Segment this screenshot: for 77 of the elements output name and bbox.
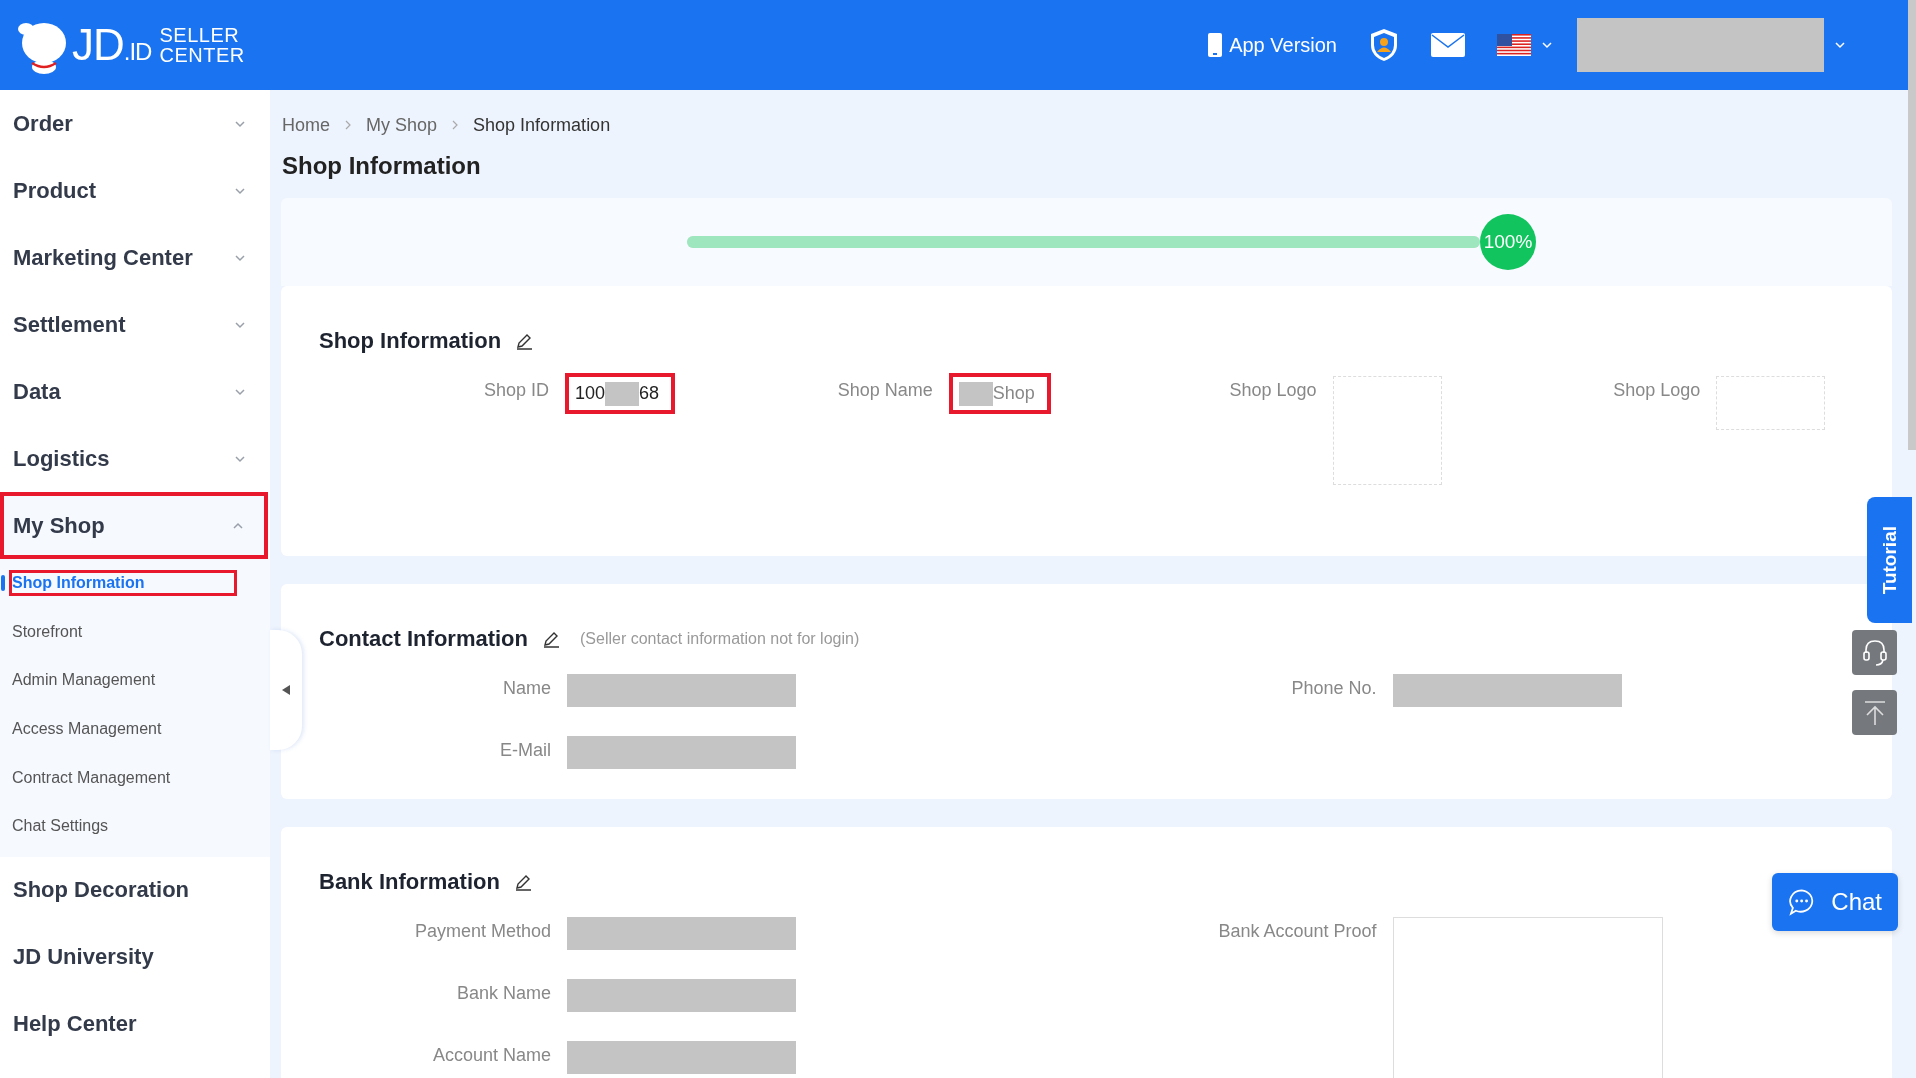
section-title: Contact Information bbox=[319, 626, 528, 652]
support-button[interactable] bbox=[1852, 630, 1897, 675]
field-value: Shop bbox=[992, 383, 1035, 404]
sidebar-item[interactable]: JD University bbox=[0, 923, 270, 991]
field-label: Shop Name bbox=[836, 379, 933, 401]
chevron-icon bbox=[344, 119, 352, 131]
chat-bubble-icon bbox=[1788, 888, 1816, 916]
field-label: Bank Account Proof bbox=[1217, 920, 1377, 942]
menu-label: Product bbox=[13, 177, 97, 204]
menu-label: Help Center bbox=[13, 1011, 137, 1038]
scrollbar[interactable] bbox=[1908, 0, 1916, 450]
menu-label: Shop Decoration bbox=[13, 877, 189, 904]
section-title: Shop Information bbox=[319, 328, 502, 354]
app-version-link[interactable]: App Version bbox=[1207, 32, 1337, 58]
menu-label: Logistics bbox=[13, 445, 110, 472]
back-to-top-button[interactable] bbox=[1852, 690, 1897, 735]
edit-icon[interactable] bbox=[542, 630, 560, 648]
submenu-item[interactable]: Storefront bbox=[0, 607, 270, 657]
breadcrumb-link[interactable]: My Shop bbox=[366, 114, 438, 136]
field-label: Phone No. bbox=[1290, 677, 1377, 699]
redacted-block bbox=[605, 381, 640, 406]
menu-label: JD University bbox=[13, 944, 154, 971]
edit-icon[interactable] bbox=[515, 332, 534, 350]
sidebar-item[interactable]: Order bbox=[0, 90, 270, 157]
page-title: Shop Information bbox=[282, 152, 482, 180]
field-label: Shop ID bbox=[482, 379, 549, 401]
menu-label: Marketing Center bbox=[13, 244, 193, 271]
sidebar-item[interactable]: Help Center bbox=[0, 990, 270, 1058]
section-note: (Seller contact information not for login) bbox=[580, 630, 860, 648]
menu-label: Order bbox=[13, 110, 73, 137]
headset-icon bbox=[1861, 638, 1888, 667]
tutorial-tab[interactable]: Tutorial bbox=[1867, 497, 1912, 623]
shield-icon[interactable] bbox=[1369, 28, 1399, 62]
menu-label: My Shop bbox=[13, 512, 105, 539]
caret-icon[interactable] bbox=[1541, 39, 1553, 51]
sidebar-item[interactable]: Product bbox=[0, 157, 270, 224]
field-label: E-Mail bbox=[499, 739, 551, 761]
submenu-item[interactable]: Contract Management bbox=[0, 753, 270, 802]
logo-text: JD.ID bbox=[72, 20, 152, 70]
field-label: Shop Logo bbox=[1612, 379, 1701, 401]
phone-icon bbox=[1207, 32, 1224, 58]
highlight-frame: Shop Information bbox=[9, 570, 238, 597]
redacted-block bbox=[958, 381, 993, 406]
mail-icon[interactable] bbox=[1431, 33, 1465, 57]
chevron-icon bbox=[451, 119, 460, 131]
sidebar-item[interactable]: Data bbox=[0, 358, 270, 425]
sidebar-item[interactable]: Settlement bbox=[0, 291, 270, 358]
field-label: Payment Method bbox=[413, 920, 551, 942]
field-label: Name bbox=[502, 677, 551, 699]
progress-badge: 100% bbox=[1480, 214, 1536, 270]
sidebar-item[interactable]: Logistics bbox=[0, 425, 270, 492]
submenu-item[interactable]: Shop Information bbox=[0, 559, 270, 608]
field-value: 100 bbox=[575, 383, 606, 404]
sidebar-item[interactable]: My Shop bbox=[0, 492, 268, 559]
triangle-icon bbox=[282, 685, 290, 695]
field-label: Account Name bbox=[431, 1044, 551, 1066]
flag-icon[interactable] bbox=[1497, 34, 1531, 56]
submenu-item[interactable]: Admin Management bbox=[0, 656, 270, 705]
section-title: Bank Information bbox=[319, 869, 500, 895]
field-value: 68 bbox=[639, 383, 660, 404]
sidebar-item[interactable]: Marketing Center bbox=[0, 224, 270, 291]
chat-button[interactable]: Chat bbox=[1772, 873, 1898, 931]
caret-icon[interactable] bbox=[1834, 39, 1846, 51]
menu-label: Data bbox=[13, 378, 61, 405]
field-label: Shop Logo bbox=[1228, 379, 1317, 401]
collapse-handle[interactable] bbox=[270, 630, 302, 750]
selection-bar bbox=[1, 575, 5, 591]
logo-subtitle: CENTER bbox=[159, 45, 245, 65]
sidebar-item[interactable]: Shop Decoration bbox=[0, 856, 270, 924]
arrow-up-icon bbox=[1862, 699, 1887, 726]
submenu-item[interactable]: Chat Settings bbox=[0, 801, 270, 851]
breadcrumb-link[interactable]: Home bbox=[282, 114, 330, 136]
logo-subtitle: SELLER bbox=[159, 25, 241, 45]
edit-icon[interactable] bbox=[513, 873, 532, 891]
submenu-item[interactable]: Access Management bbox=[0, 704, 270, 754]
field-label: Bank Name bbox=[455, 982, 551, 1004]
menu-label: Settlement bbox=[13, 311, 126, 338]
